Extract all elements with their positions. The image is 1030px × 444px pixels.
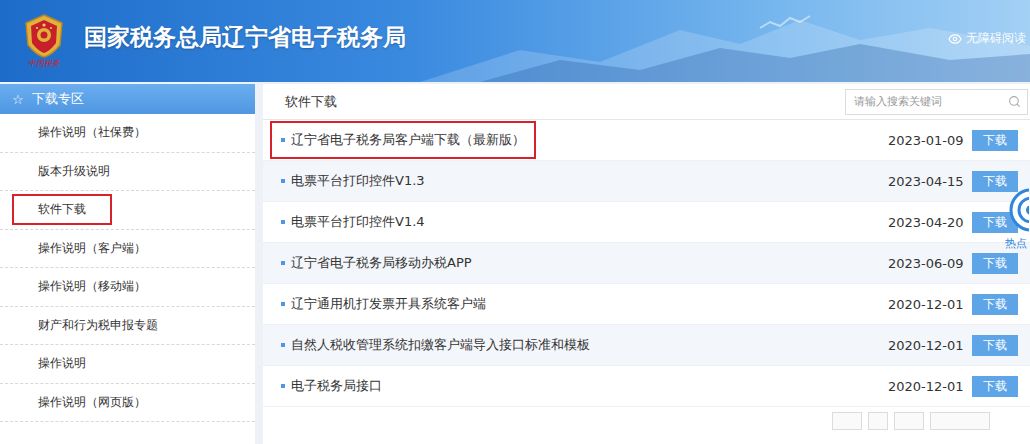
- sidebar-item-label: 操作说明（客户端）: [12, 233, 172, 264]
- row-title[interactable]: 辽宁通用机打发票开具系统客户端: [270, 285, 497, 323]
- sidebar-item[interactable]: 操作说明（移动端）: [0, 268, 255, 307]
- panel-header: 软件下载: [263, 84, 1030, 120]
- row-date: 2023-06-09: [888, 256, 968, 271]
- sidebar-item-label: 操作说明（移动端）: [12, 271, 172, 302]
- search-input[interactable]: [852, 94, 1004, 109]
- row-title-cell: 电票平台打印控件V1.3: [270, 162, 888, 200]
- hotspot-label: 热点: [1005, 236, 1029, 251]
- pagination: [263, 407, 1030, 435]
- download-row: 电子税务局接口 2020-12-01 下载: [263, 366, 1030, 407]
- row-title[interactable]: 电票平台打印控件V1.3: [270, 162, 436, 200]
- search-box: [845, 89, 1028, 115]
- bullet-icon: [281, 138, 285, 142]
- sidebar-item-label: 操作说明（社保费）: [12, 117, 172, 148]
- download-button[interactable]: 下载: [972, 171, 1018, 192]
- download-button[interactable]: 下载: [972, 253, 1018, 274]
- eye-icon: [948, 32, 962, 46]
- sidebar-item[interactable]: 操作说明: [0, 345, 255, 384]
- row-title-cell: 辽宁省电子税务局移动办税APP: [270, 244, 888, 282]
- download-row: 自然人税收管理系统扣缴客户端导入接口标准和模板 2020-12-01 下载: [263, 325, 1030, 366]
- row-title-cell: 辽宁通用机打发票开具系统客户端: [270, 285, 888, 323]
- bullet-icon: [281, 384, 285, 388]
- page-button[interactable]: [894, 412, 924, 430]
- sidebar-item[interactable]: 操作说明（社保费）: [0, 114, 255, 153]
- download-row: 辽宁省电子税务局移动办税APP 2023-06-09 下载: [263, 243, 1030, 284]
- sidebar-item[interactable]: 操作说明（客户端）: [0, 230, 255, 269]
- bullet-icon: [281, 302, 285, 306]
- download-button[interactable]: 下载: [972, 376, 1018, 397]
- row-title-cell: 电子税务局接口: [270, 367, 888, 405]
- bullet-icon: [281, 261, 285, 265]
- site-title: 国家税务总局辽宁省电子税务局: [84, 22, 406, 53]
- sidebar: ☆下载专区操作说明（社保费） 版本升级说明软件下载操作说明（客户端） 操作说明（移动…: [0, 84, 255, 444]
- row-title-cell: 电票平台打印控件V1.4: [270, 203, 888, 241]
- emblem-caption: 中国税务: [28, 60, 60, 69]
- row-date: 2020-12-01: [888, 379, 968, 394]
- download-row: 辽宁省电子税务局客户端下载（最新版） 2023-01-09 下载: [263, 120, 1030, 161]
- row-date: 2020-12-01: [888, 297, 968, 312]
- download-row: 辽宁通用机打发票开具系统客户端 2020-12-01 下载: [263, 284, 1030, 325]
- bullet-icon: [281, 343, 285, 347]
- row-title[interactable]: 辽宁省电子税务局移动办税APP: [270, 244, 483, 282]
- sidebar-item-label: 软件下载: [12, 194, 112, 225]
- panel-title: 软件下载: [285, 93, 337, 111]
- hotspot-widget[interactable]: 热点: [1005, 186, 1029, 251]
- row-date: 2023-01-09: [888, 133, 968, 148]
- row-title-cell: 辽宁省电子税务局客户端下载（最新版）: [270, 121, 888, 159]
- sidebar-item[interactable]: 财产和行为税申报专题: [0, 307, 255, 346]
- main: ☆下载专区操作说明（社保费）版本升级说明软件下载操作说明（客户端）操作说明（移动…: [0, 82, 1030, 444]
- row-title[interactable]: 辽宁省电子税务局客户端下载（最新版）: [270, 121, 536, 159]
- sidebar-item-label: 操作说明（网页版）: [12, 387, 172, 418]
- bullet-icon: [281, 179, 285, 183]
- sidebar-item-label: 操作说明: [12, 348, 112, 379]
- download-row: 电票平台打印控件V1.3 2023-04-15 下载: [263, 161, 1030, 202]
- row-date: 2020-12-01: [888, 338, 968, 353]
- tax-emblem-icon: [22, 13, 66, 59]
- sidebar-item[interactable]: 版本升级说明: [0, 153, 255, 192]
- accessibility-link[interactable]: 无障碍阅读: [948, 30, 1026, 47]
- download-panel: 软件下载辽宁省电子税务局客户端下载（最新版）2023-01-09下载电票平台打印…: [263, 84, 1030, 444]
- search-icon[interactable]: [1008, 95, 1021, 108]
- row-date: 2023-04-15: [888, 174, 968, 189]
- row-title[interactable]: 电子税务局接口: [270, 367, 393, 405]
- sidebar-header: ☆下载专区: [0, 84, 255, 114]
- download-button[interactable]: 下载: [972, 335, 1018, 356]
- page-size-select[interactable]: [930, 412, 990, 430]
- sidebar-item-label: 版本升级说明: [12, 156, 136, 187]
- download-row: 电票平台打印控件V1.42023-04-20下载: [263, 202, 1030, 243]
- bullet-icon: [281, 220, 285, 224]
- download-button[interactable]: 下载: [972, 130, 1018, 151]
- page-button[interactable]: [832, 412, 862, 430]
- row-title[interactable]: 自然人税收管理系统扣缴客户端导入接口标准和模板: [270, 326, 601, 364]
- page: 中国税务 国家税务总局辽宁省电子税务局 无障碍阅读 ☆下载专区操作说明（社保费） 版本升…: [0, 0, 1030, 444]
- download-button[interactable]: 下载: [972, 294, 1018, 315]
- row-date: 2023-04-20: [888, 215, 968, 230]
- row-title[interactable]: 电票平台打印控件V1.4: [270, 203, 436, 241]
- hotspot-icon: [1007, 186, 1029, 234]
- site-header: 中国税务 国家税务总局辽宁省电子税务局 无障碍阅读: [0, 0, 1030, 82]
- star-icon: ☆: [12, 92, 24, 107]
- sidebar-item[interactable]: 操作说明（网页版）: [0, 384, 255, 423]
- sidebar-item-label: 财产和行为税申报专题: [12, 310, 184, 341]
- sidebar-item[interactable]: 软件下载: [0, 191, 255, 230]
- brand[interactable]: 中国税务 国家税务总局辽宁省电子税务局: [18, 13, 406, 69]
- row-title-cell: 自然人税收管理系统扣缴客户端导入接口标准和模板: [270, 326, 888, 364]
- page-button[interactable]: [868, 412, 888, 430]
- emblem: 中国税务: [18, 13, 70, 69]
